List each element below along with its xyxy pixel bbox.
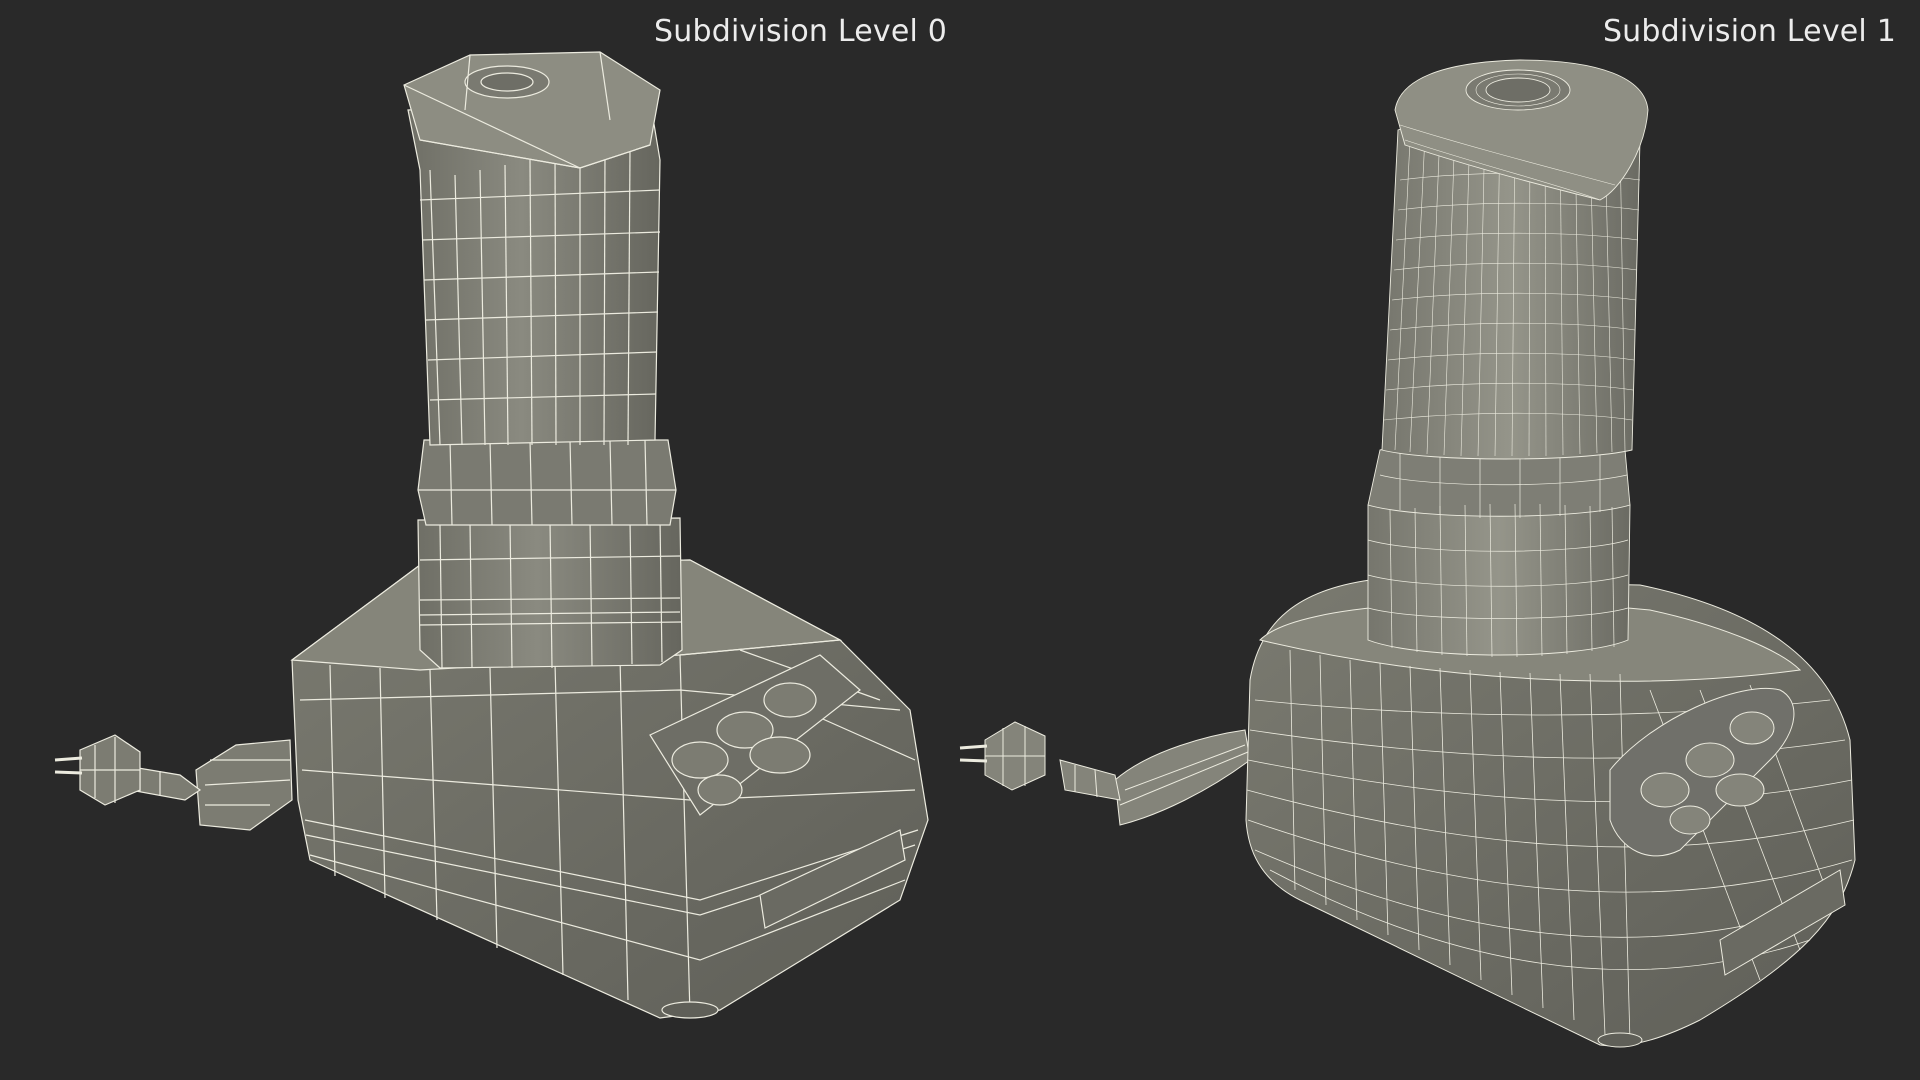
blender-model-subdivided <box>959 59 1856 1048</box>
panel-label-subdivision-1: Subdivision Level 1 <box>1602 14 1896 49</box>
blender-jar-right <box>1381 59 1649 460</box>
power-cord-right <box>959 721 1251 826</box>
render-canvas <box>54 51 1856 1048</box>
blender-model-low-poly <box>54 51 929 1019</box>
power-cord-left <box>54 734 293 831</box>
blender-collar-left <box>417 439 683 669</box>
blender-collar-right <box>1367 440 1631 658</box>
panel-label-subdivision-0: Subdivision Level 0 <box>654 14 948 49</box>
viewport-stage: Subdivision Level 0 Subdivision Level 1 <box>0 0 1920 1080</box>
blender-jar-left <box>403 51 661 446</box>
